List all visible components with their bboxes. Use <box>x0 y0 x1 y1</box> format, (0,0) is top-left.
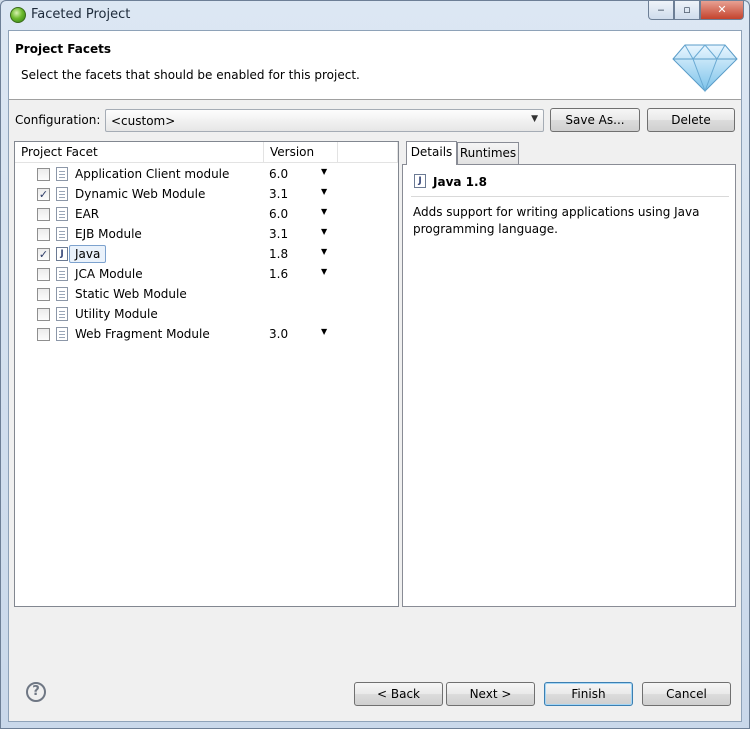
tab-details[interactable]: Details <box>406 141 457 165</box>
table-row[interactable]: Web Fragment Module 3.0 ▼ <box>15 324 398 344</box>
facet-name: Utility Module <box>75 307 158 321</box>
details-panel: J Java 1.8 Adds support for writing appl… <box>402 164 736 607</box>
table-row[interactable]: ✓ J Java 1.8 ▼ <box>15 244 398 264</box>
wizard-header: Project Facets Select the facets that sh… <box>9 31 741 100</box>
facet-name: Application Client module <box>75 167 230 181</box>
configuration-label: Configuration: <box>15 113 101 127</box>
configuration-combo[interactable]: <custom> ▼ <box>105 109 544 132</box>
facet-name: JCA Module <box>75 267 143 281</box>
version-dropdown-icon[interactable]: ▼ <box>321 267 327 276</box>
facet-name: Dynamic Web Module <box>75 187 206 201</box>
document-icon <box>56 167 68 181</box>
table-row[interactable]: Application Client module 6.0 ▼ <box>15 164 398 184</box>
version-dropdown-icon[interactable]: ▼ <box>321 227 327 236</box>
facet-checkbox[interactable] <box>37 208 50 221</box>
version-dropdown-icon[interactable]: ▼ <box>321 207 327 216</box>
help-icon[interactable]: ? <box>26 682 46 702</box>
document-icon <box>56 207 68 221</box>
delete-button[interactable]: Delete <box>647 108 735 132</box>
facet-version[interactable]: 6.0 <box>269 167 288 181</box>
facet-name: Static Web Module <box>75 287 187 301</box>
facet-checkbox[interactable]: ✓ <box>37 248 50 261</box>
facet-name: Java <box>69 245 107 263</box>
cancel-button[interactable]: Cancel <box>642 682 731 706</box>
close-button[interactable]: ✕ <box>700 1 744 20</box>
facets-table: Project Facet Version Application Client… <box>14 141 399 607</box>
java-file-icon: J <box>414 174 426 188</box>
version-dropdown-icon[interactable]: ▼ <box>321 327 327 336</box>
window-title: Faceted Project <box>31 7 131 22</box>
facet-name: Web Fragment Module <box>75 327 210 341</box>
facet-checkbox[interactable]: ✓ <box>37 188 50 201</box>
facet-version[interactable]: 3.0 <box>269 327 288 341</box>
window-controls: ‒ ▫ ✕ <box>648 1 744 21</box>
column-header-version[interactable]: Version <box>264 142 338 163</box>
table-row[interactable]: EJB Module 3.1 ▼ <box>15 224 398 244</box>
facet-checkbox[interactable] <box>37 168 50 181</box>
facet-checkbox[interactable] <box>37 308 50 321</box>
facet-version[interactable]: 6.0 <box>269 207 288 221</box>
table-row[interactable]: JCA Module 1.6 ▼ <box>15 264 398 284</box>
column-header-facet[interactable]: Project Facet <box>15 142 264 163</box>
facet-checkbox[interactable] <box>37 268 50 281</box>
next-button[interactable]: Next > <box>446 682 535 706</box>
document-icon <box>56 227 68 241</box>
facet-version[interactable]: 1.6 <box>269 267 288 281</box>
tab-runtimes[interactable]: Runtimes <box>457 142 519 164</box>
table-row[interactable]: Utility Module <box>15 304 398 324</box>
app-icon <box>10 7 26 23</box>
dialog-body: Project Facets Select the facets that sh… <box>8 30 742 722</box>
details-title: Java 1.8 <box>433 175 487 189</box>
facet-version[interactable]: 3.1 <box>269 187 288 201</box>
version-dropdown-icon[interactable]: ▼ <box>321 247 327 256</box>
save-as-button[interactable]: Save As... <box>550 108 640 132</box>
facet-name: EAR <box>75 207 100 221</box>
page-title: Project Facets <box>15 42 111 56</box>
restore-button[interactable]: ▫ <box>674 1 700 20</box>
facet-checkbox[interactable] <box>37 288 50 301</box>
chevron-down-icon: ▼ <box>531 114 538 124</box>
diamond-icon <box>672 44 738 93</box>
version-dropdown-icon[interactable]: ▼ <box>321 167 327 176</box>
back-button[interactable]: < Back <box>354 682 443 706</box>
facet-version[interactable]: 1.8 <box>269 247 288 261</box>
facet-checkbox[interactable] <box>37 328 50 341</box>
title-bar[interactable]: Faceted Project ‒ ▫ ✕ <box>1 1 749 29</box>
page-description: Select the facets that should be enabled… <box>21 68 360 82</box>
column-header-filler <box>338 142 398 163</box>
document-icon <box>56 307 68 321</box>
document-icon <box>56 187 68 201</box>
java-file-icon: J <box>56 247 68 261</box>
version-dropdown-icon[interactable]: ▼ <box>321 187 327 196</box>
dialog-window: Faceted Project ‒ ▫ ✕ Project Facets Sel… <box>0 0 750 729</box>
table-row[interactable]: Static Web Module <box>15 284 398 304</box>
table-row[interactable]: ✓ Dynamic Web Module 3.1 ▼ <box>15 184 398 204</box>
details-divider <box>411 196 729 197</box>
document-icon <box>56 327 68 341</box>
finish-button[interactable]: Finish <box>544 682 633 706</box>
table-row[interactable]: EAR 6.0 ▼ <box>15 204 398 224</box>
facet-name: EJB Module <box>75 227 142 241</box>
facet-version[interactable]: 3.1 <box>269 227 288 241</box>
minimize-button[interactable]: ‒ <box>648 1 674 20</box>
details-description: Adds support for writing applications us… <box>413 205 700 236</box>
document-icon <box>56 287 68 301</box>
configuration-value: <custom> <box>111 114 176 128</box>
facet-checkbox[interactable] <box>37 228 50 241</box>
document-icon <box>56 267 68 281</box>
